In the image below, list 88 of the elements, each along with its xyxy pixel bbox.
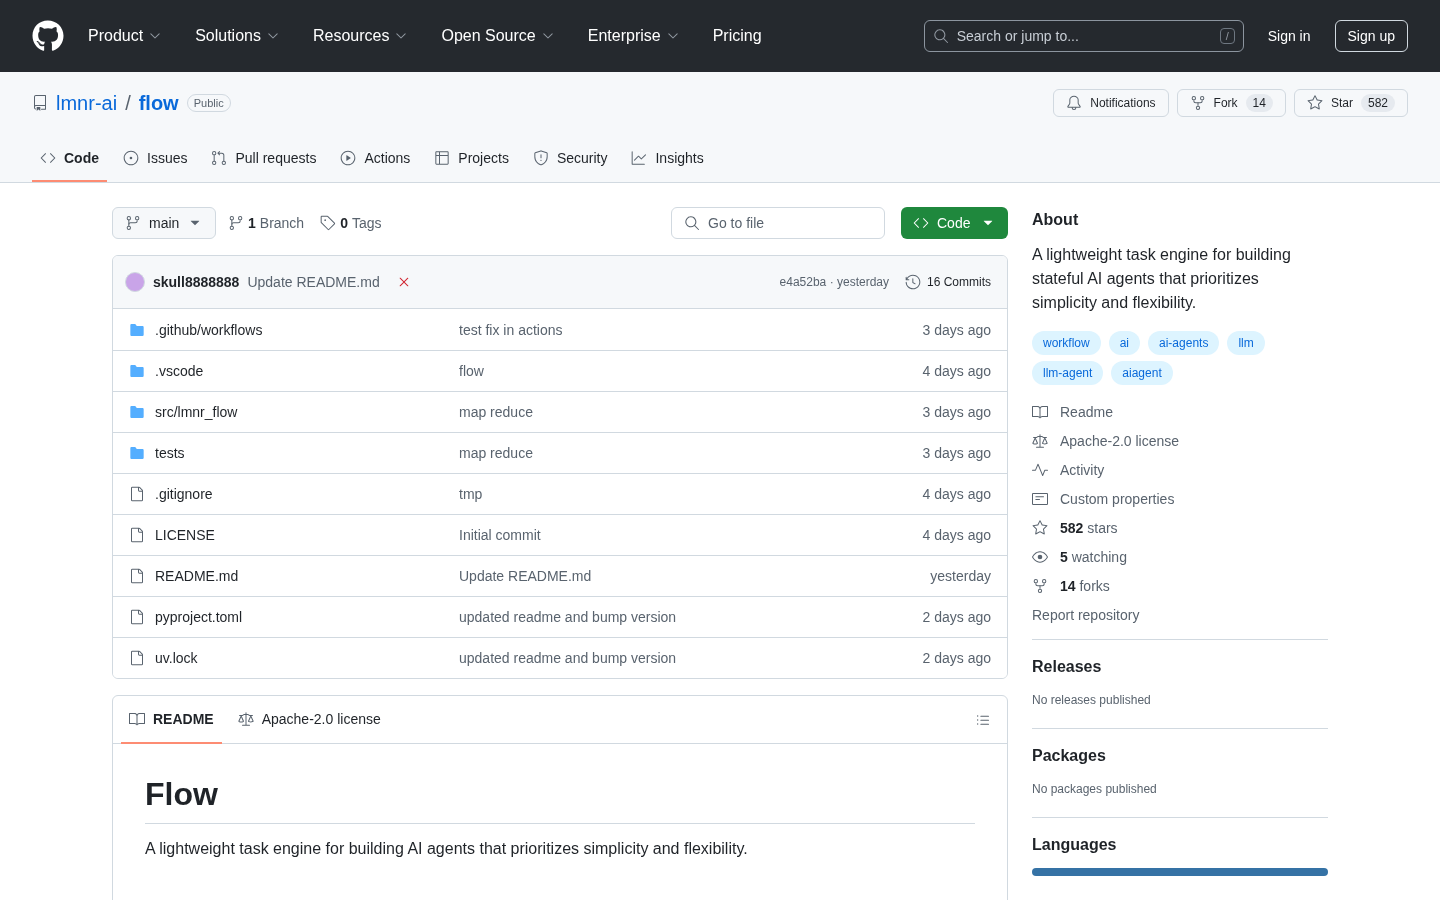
repo-tab[interactable]: Issues — [115, 142, 196, 182]
commit-hash[interactable]: e4a52ba · yesterday — [779, 275, 889, 289]
fork-button[interactable]: Fork 14 — [1176, 89, 1286, 117]
commit-message[interactable]: flow — [459, 363, 484, 379]
file-name[interactable]: pyproject.toml — [155, 609, 243, 625]
repo-tab[interactable]: Pull requests — [203, 142, 325, 182]
readme-title: Flow — [145, 776, 975, 824]
file-name[interactable]: src/lmnr_flow — [155, 404, 238, 420]
count-label: 14 — [1245, 94, 1273, 112]
file-name[interactable]: README.md — [155, 568, 239, 584]
nav-item[interactable]: Open Source — [433, 27, 564, 45]
topic-tag[interactable]: ai-agents — [1148, 331, 1220, 355]
nav-item[interactable]: Pricing — [704, 27, 770, 45]
commit-message[interactable]: test fix in actions — [459, 321, 563, 338]
repo-tab[interactable]: Projects — [426, 142, 517, 182]
star-button[interactable]: Star 582 — [1293, 89, 1408, 117]
branches-link[interactable]: 1 Branch — [224, 215, 309, 231]
file-name[interactable]: uv.lock — [155, 650, 198, 666]
topic-tag[interactable]: ai — [1108, 331, 1141, 355]
search-field[interactable]: Search or jump to... / — [923, 20, 1244, 52]
file-name[interactable]: .github/workflows — [155, 321, 263, 338]
readme-tab[interactable]: Apache-2.0 license — [229, 695, 389, 744]
about-link[interactable]: Readme — [1032, 397, 1328, 426]
section-title: Packages — [1032, 746, 1107, 765]
commit-time: 2 days ago — [921, 609, 991, 625]
nav-item[interactable]: Resources — [304, 27, 418, 45]
repo-owner-link[interactable]: lmnr-ai — [56, 91, 118, 115]
about-link[interactable]: 582 stars — [1032, 513, 1328, 542]
commit-message[interactable]: tmp — [459, 486, 483, 502]
section-title: Languages — [1032, 835, 1118, 854]
readme-tab[interactable]: README — [121, 695, 222, 744]
section-note: No releases published — [1032, 693, 1151, 707]
commit-author[interactable]: skull8888888 — [153, 274, 240, 290]
about-description: A lightweight task engine for building stateful AI agents that prioritizes simplicity and flexibility. — [1032, 245, 1292, 313]
about-title: About — [1032, 210, 1080, 229]
sign-in-link[interactable]: Sign in — [1259, 28, 1319, 44]
file-name[interactable]: .gitignore — [155, 486, 213, 502]
topic-tag[interactable]: llm — [1227, 331, 1265, 355]
file-name[interactable]: .vscode — [155, 363, 204, 379]
about-link[interactable]: Apache-2.0 license — [1032, 426, 1328, 455]
repo-name-link[interactable]: flow — [138, 91, 179, 115]
tags-link[interactable]: 0 Tags — [316, 215, 386, 231]
repo-tab[interactable]: Code — [32, 142, 107, 182]
readme-text: A lightweight task engine for building AI agents that prioritizes simplicity and flexibility. — [145, 840, 749, 858]
nav-item[interactable]: Product — [80, 27, 172, 45]
commit-message[interactable]: updated readme and bump version — [459, 609, 677, 625]
sign-up-button[interactable]: Sign up — [1334, 20, 1408, 52]
file-name[interactable]: tests — [155, 445, 185, 461]
commit-time: 3 days ago — [921, 404, 991, 420]
shortcut-key: / — [1219, 28, 1235, 44]
search-placeholder: Search or jump to... — [956, 28, 1079, 44]
commit-time: yesterday — [929, 568, 991, 584]
commit-message[interactable]: map reduce — [459, 404, 533, 420]
section-title: Releases — [1032, 657, 1103, 676]
commits-link[interactable]: 16 Commits — [905, 274, 991, 290]
topic-tag[interactable]: aiagent — [1111, 361, 1173, 385]
commit-time: 4 days ago — [921, 527, 991, 543]
code-button[interactable]: Code — [901, 207, 1008, 239]
path-separator: / — [125, 91, 131, 115]
topic-tag[interactable]: workflow — [1032, 331, 1101, 355]
file-name[interactable]: LICENSE — [155, 527, 215, 543]
nav-item[interactable]: Enterprise — [579, 27, 689, 45]
commit-time: 4 days ago — [921, 486, 991, 502]
nav-item[interactable]: Solutions — [187, 27, 289, 45]
branch-selector[interactable]: main — [112, 207, 216, 239]
commit-time: 3 days ago — [921, 445, 991, 461]
commit-message[interactable]: Update README.md — [459, 568, 592, 584]
commit-time: 4 days ago — [921, 363, 991, 379]
commit-message[interactable]: updated readme and bump version — [459, 650, 677, 666]
notifications-button[interactable]: Notifications — [1053, 89, 1169, 117]
repo-tab[interactable]: Security — [524, 142, 616, 182]
commit-message[interactable]: map reduce — [459, 445, 533, 461]
field-placeholder: Go to file — [708, 215, 765, 231]
about-link[interactable]: Custom properties — [1032, 484, 1328, 513]
count-label: 582 — [1360, 94, 1395, 112]
commit-time: 3 days ago — [921, 321, 991, 338]
about-link[interactable]: Activity — [1032, 455, 1328, 484]
about-link[interactable]: 14 forks — [1032, 571, 1328, 600]
topic-tag[interactable]: llm-agent — [1032, 361, 1104, 385]
commit-message[interactable]: Update README.md — [247, 274, 380, 290]
go-to-file-field[interactable]: Go to file — [671, 207, 885, 239]
report-link[interactable]: Report repository — [1032, 600, 1328, 629]
repo-tab[interactable]: Insights — [623, 142, 712, 182]
commit-message[interactable]: Initial commit — [459, 527, 541, 543]
section-note: No packages published — [1032, 782, 1157, 796]
about-link[interactable]: 5 watching — [1032, 542, 1328, 571]
repo-tab[interactable]: Actions — [332, 142, 419, 182]
commit-time: 2 days ago — [921, 650, 991, 666]
